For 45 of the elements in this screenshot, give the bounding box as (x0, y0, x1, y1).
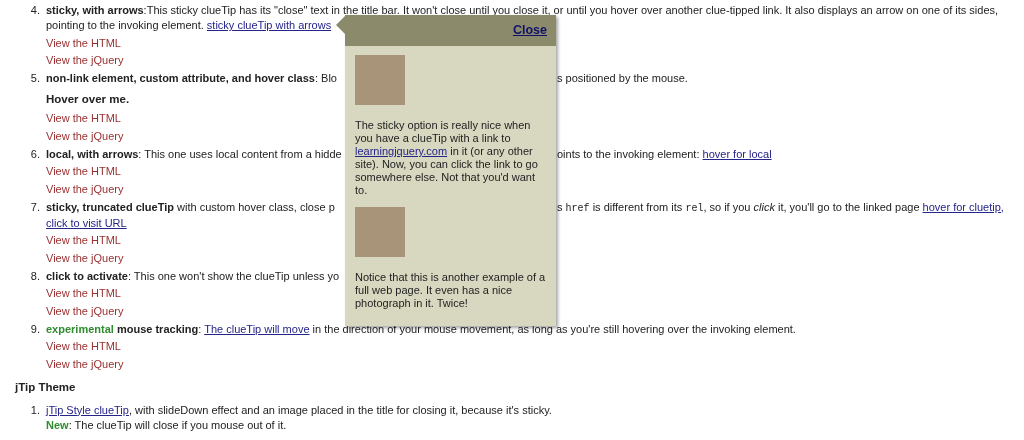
description-text: non-link element, custom attribute, and hover class: Blo (46, 71, 337, 86)
list-number: 8. (29, 268, 41, 284)
text-link[interactable]: jTip Style clueTip (46, 403, 129, 416)
description-text: experimental mouse tracking: The clueTip will move in the direction of your mouse movement, as long as you're still hovering over the invoking element. (46, 321, 796, 337)
list-number: 1. (29, 402, 41, 418)
description-text: s positioned by the mouse. (557, 71, 688, 86)
list-number: 6. (29, 146, 41, 162)
tooltip-paragraph: Notice that this is another example of a full web page. It even has a nice photograph in it. Twice! (355, 271, 546, 310)
text-link[interactable]: hover for local (702, 147, 772, 160)
text-link[interactable]: The clueTip will move (204, 322, 310, 335)
description-text: s href is different from its rel, so if you click it, you'll go to the linked page hover for cluetip, (557, 199, 1004, 216)
description-text: New: The clueTip will close if you mouse out of it. (46, 417, 287, 433)
list-number: 4. (29, 3, 41, 18)
description-text: pointing to the invoking element. sticky clueTip with arrows (46, 18, 332, 33)
hover-target-text[interactable]: Hover over me. (46, 93, 130, 105)
view-code-link[interactable]: View the HTML (46, 339, 121, 354)
view-code-link[interactable]: View the jQuery (46, 53, 124, 68)
list-number: 5. (29, 71, 41, 86)
tooltip-paragraph: The sticky option is really nice when you have a clueTip with a link to learningjquery.com in it (or any other site). Now, you can click the link to go somewhere else. Not that you'd want to. (355, 119, 539, 197)
view-code-link[interactable]: View the jQuery (46, 303, 124, 319)
description-text: sticky, with arrows:This sticky clueTip has its "close" text in the title bar. It won't close until you close it, or until you hover over another clue-tipped link. It also displays an arrow on one of its sides, (46, 3, 999, 18)
view-code-link[interactable]: View the HTML (46, 35, 121, 51)
view-code-link[interactable]: View the jQuery (46, 181, 124, 197)
description-text: oints to the invoking element: hover for local (557, 146, 772, 162)
view-code-link[interactable]: View the jQuery (46, 356, 124, 372)
description-text: click to activate: This one won't show the clueTip unless yo (46, 268, 340, 284)
description-text: local, with arrows: This one uses local content from a hidde (46, 146, 342, 162)
description-text: sticky, truncated clueTip with custom hover class, close p (46, 199, 335, 215)
view-code-link[interactable]: View the jQuery (46, 128, 124, 144)
text-link[interactable]: hover for cluetip, (922, 200, 1004, 213)
text-link[interactable]: learningjquery.com (355, 145, 448, 157)
list-number: 9. (29, 321, 41, 337)
close-link[interactable]: Close (512, 21, 547, 40)
list-number: 7. (29, 199, 41, 215)
view-code-link[interactable]: View the HTML (46, 111, 121, 126)
description-text: jTip Style clueTip, with slideDown effect and an image placed in the title for closing it, because it's sticky. (46, 402, 552, 418)
text-link[interactable]: click to visit URL (46, 216, 127, 229)
photo-placeholder (355, 55, 405, 105)
text-link[interactable]: sticky clueTip with arrows (206, 19, 332, 31)
view-code-link[interactable]: View the HTML (46, 286, 121, 301)
section-heading: jTip Theme (15, 380, 76, 393)
photo-placeholder (355, 207, 405, 257)
view-code-link[interactable]: View the HTML (46, 233, 121, 248)
view-code-link[interactable]: View the jQuery (46, 250, 124, 266)
view-code-link[interactable]: View the HTML (46, 164, 121, 179)
